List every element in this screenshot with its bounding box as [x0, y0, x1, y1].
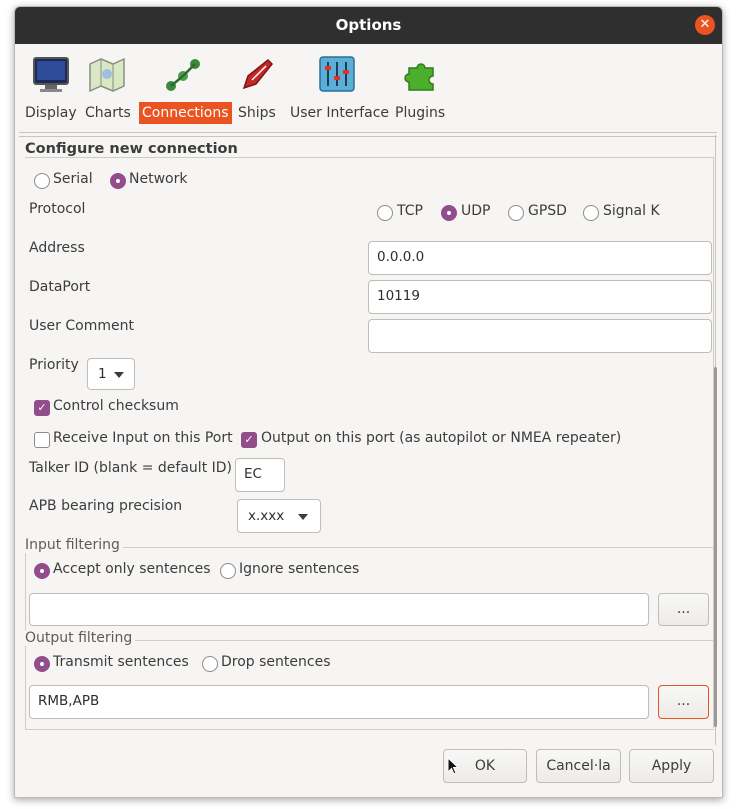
tab-connections-label: Connections [139, 102, 232, 124]
tab-separator [19, 132, 717, 137]
tab-charts-label: Charts [85, 105, 131, 121]
ignore-sentences-radio[interactable] [220, 563, 236, 579]
drop-sentences-radio[interactable] [202, 656, 218, 672]
sliders-icon [319, 56, 355, 92]
user-comment-input[interactable] [368, 319, 712, 353]
title-bar: Options ✕ [15, 7, 722, 44]
protocol-label: Protocol [29, 201, 86, 217]
tab-connections[interactable]: Connections [139, 44, 232, 132]
network-radio[interactable] [110, 173, 126, 189]
priority-value: 1 [98, 366, 107, 382]
connections-icon [166, 59, 200, 91]
control-checksum-checkbox[interactable]: ✓ [34, 400, 50, 416]
window-title: Options [335, 16, 402, 34]
tab-charts[interactable]: Charts [83, 44, 133, 132]
user-comment-label: User Comment [29, 318, 134, 334]
cancel-button[interactable]: Cancel·la [536, 749, 621, 783]
output-filtering-title: Output filtering [25, 630, 136, 646]
input-filter-browse-button[interactable]: ... [658, 593, 709, 626]
drop-sentences-label: Drop sentences [221, 654, 331, 670]
tab-ships[interactable]: Ships [235, 44, 281, 132]
protocol-udp-label: UDP [461, 203, 491, 219]
options-dialog: Options ✕ Display Charts Connections Shi… [14, 6, 723, 798]
input-filtering-title: Input filtering [25, 537, 123, 553]
input-filter-field[interactable] [29, 593, 649, 626]
protocol-udp-radio[interactable] [441, 205, 457, 221]
tab-plugins[interactable]: Plugins [393, 44, 449, 132]
priority-select[interactable]: 1 [87, 358, 135, 390]
talker-id-label: Talker ID (blank = default ID) [29, 460, 232, 476]
control-checksum-label: Control checksum [53, 398, 179, 414]
map-icon [89, 57, 125, 93]
tab-display-label: Display [25, 105, 77, 121]
receive-input-label: Receive Input on this Port [53, 430, 233, 446]
dataport-input[interactable]: 10119 [368, 280, 712, 314]
network-label: Network [129, 171, 188, 187]
protocol-gpsd-radio[interactable] [508, 205, 524, 221]
receive-input-checkbox[interactable] [34, 432, 50, 448]
protocol-gpsd-label: GPSD [528, 203, 567, 219]
protocol-signalk-label: Signal K [603, 203, 660, 219]
transmit-sentences-label: Transmit sentences [53, 654, 189, 670]
apply-button[interactable]: Apply [629, 749, 714, 783]
ignore-sentences-label: Ignore sentences [239, 561, 360, 577]
address-label: Address [29, 240, 85, 256]
close-icon: ✕ [699, 17, 711, 32]
talker-id-input[interactable]: EC [235, 458, 285, 492]
connection-group-title: Configure new connection [25, 141, 242, 157]
protocol-signalk-radio[interactable] [583, 205, 599, 221]
output-filter-browse-button[interactable]: ... [658, 685, 709, 719]
protocol-tcp-label: TCP [397, 203, 423, 219]
apb-precision-label: APB bearing precision [29, 498, 183, 514]
priority-label: Priority [29, 357, 79, 373]
output-port-checkbox[interactable]: ✓ [241, 432, 257, 448]
chevron-down-icon [298, 514, 308, 520]
tab-plugins-label: Plugins [395, 105, 446, 121]
dataport-label: DataPort [29, 279, 91, 295]
mouse-cursor-icon [447, 757, 459, 775]
ship-icon [242, 58, 274, 90]
close-button[interactable]: ✕ [695, 15, 715, 35]
accept-sentences-radio[interactable] [34, 563, 50, 579]
apb-precision-value: x.xxx [248, 508, 285, 524]
puzzle-icon [404, 63, 434, 91]
serial-label: Serial [53, 171, 93, 187]
accept-sentences-label: Accept only sentences [53, 561, 211, 577]
serial-radio[interactable] [34, 173, 50, 189]
tab-display[interactable]: Display [21, 44, 77, 132]
ok-label: OK [474, 758, 496, 774]
address-input[interactable]: 0.0.0.0 [368, 241, 712, 275]
tab-user-interface[interactable]: User Interface [287, 44, 390, 132]
tab-ships-label: Ships [238, 105, 276, 121]
apb-precision-select[interactable]: x.xxx [237, 499, 321, 533]
tab-user-interface-label: User Interface [290, 105, 390, 121]
protocol-tcp-radio[interactable] [377, 205, 393, 221]
scrollbar[interactable] [714, 367, 717, 727]
transmit-sentences-radio[interactable] [34, 656, 50, 672]
output-port-label: Output on this port (as autopilot or NME… [261, 430, 622, 446]
chevron-down-icon [114, 372, 124, 378]
tab-bar: Display Charts Connections Ships User In… [15, 44, 722, 132]
output-filter-field[interactable]: RMB,APB [29, 685, 649, 719]
monitor-icon [33, 57, 69, 92]
